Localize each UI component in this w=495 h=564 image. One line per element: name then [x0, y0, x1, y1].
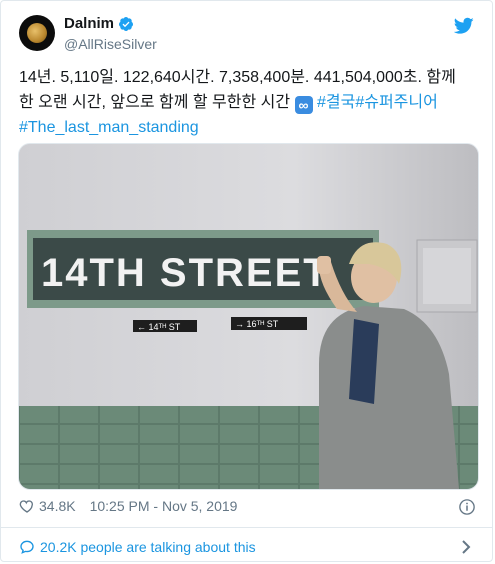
author-handle[interactable]: @AllRiseSilver [64, 36, 157, 52]
hashtag-link[interactable]: #The_last_man_standing [19, 119, 199, 136]
verified-badge-icon [119, 16, 134, 31]
moon-avatar-image [27, 23, 47, 43]
info-icon[interactable] [458, 498, 476, 516]
author-display-name[interactable]: Dalnim [64, 15, 114, 32]
station-sign-text: 14TH STREET [41, 251, 330, 295]
author-name-row[interactable]: Dalnim [64, 15, 134, 32]
tweet-text: 14년. 5,110일. 122,640시간. 7,358,400분. 441,… [19, 65, 479, 140]
twitter-bird-icon[interactable] [454, 17, 474, 35]
people-talking-label: 20.2K people are talking about this [40, 539, 256, 555]
tweet-text-line-2: 한 오랜 시간, 앞으로 함께 할 무한한 시간 ∞ #결국#슈퍼주니어 [19, 90, 479, 115]
people-talking-link[interactable]: 20.2K people are talking about this [19, 539, 256, 555]
speech-bubble-icon [20, 540, 34, 554]
avatar[interactable] [19, 15, 55, 51]
direction-plate-16th: → 16ᵀᴴ ST [235, 319, 279, 329]
tweet-text-line-1: 14년. 5,110일. 122,640시간. 7,358,400분. 441,… [19, 69, 456, 86]
infinity-emoji-icon: ∞ [294, 96, 313, 114]
tweet-timestamp[interactable]: 10:25 PM - Nov 5, 2019 [90, 498, 238, 514]
embedded-tweet-card: Dalnim @AllRiseSilver 14년. 5,110일. 122,6… [0, 0, 493, 562]
tweet-photo[interactable]: 14TH STREET ← 14ᵀᴴ ST → 16ᵀᴴ ST [18, 143, 479, 490]
heart-icon[interactable] [19, 498, 35, 514]
tweet-meta-row: 34.8K 10:25 PM - Nov 5, 2019 [19, 498, 237, 514]
like-count[interactable]: 34.8K [39, 498, 76, 514]
divider [1, 527, 492, 528]
hashtag-link[interactable]: #결국 [317, 94, 355, 111]
hashtag-link[interactable]: #슈퍼주니어 [355, 94, 438, 111]
chevron-right-icon[interactable] [460, 539, 472, 555]
tweet-text-line-2-text: 한 오랜 시간, 앞으로 함께 할 무한한 시간 [19, 94, 291, 111]
photo-scene: 14TH STREET ← 14ᵀᴴ ST → 16ᵀᴴ ST [19, 144, 478, 489]
direction-plate-14th: ← 14ᵀᴴ ST [137, 322, 181, 332]
